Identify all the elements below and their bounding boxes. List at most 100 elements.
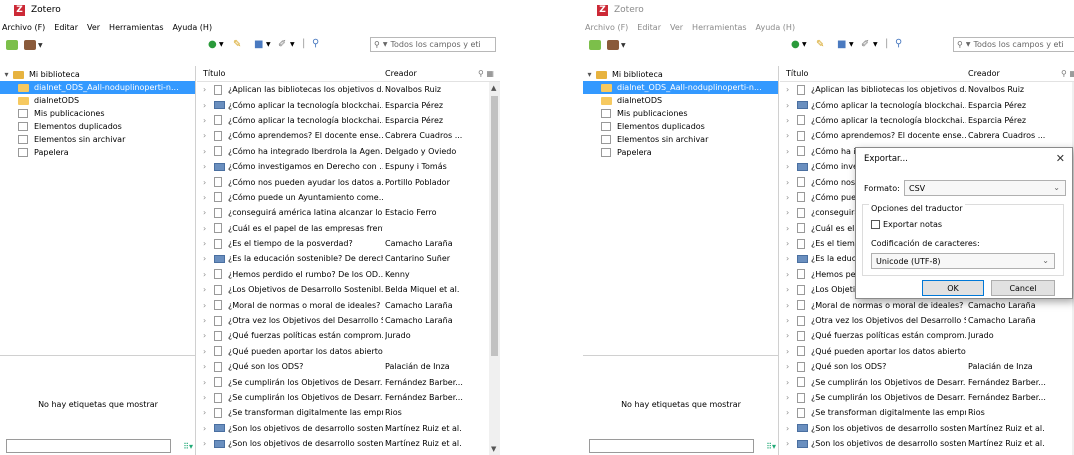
- table-row[interactable]: › ¿Cómo aplicar la tecnología blockchai..…: [780, 97, 1074, 112]
- chevron-right-icon[interactable]: ›: [786, 408, 789, 417]
- encoding-select[interactable]: Unicode (UTF-8) ⌄: [871, 253, 1055, 269]
- column-title[interactable]: Título: [786, 69, 808, 78]
- menu-ver[interactable]: Ver: [670, 23, 683, 32]
- tree-item-sin-archivar[interactable]: Elementos sin archivar: [0, 133, 195, 146]
- table-row[interactable]: › ¿Se transforman digitalmente las empr..…: [197, 405, 500, 420]
- table-row[interactable]: › ¿Aplican las bibliotecas los objetivos …: [780, 82, 1074, 97]
- column-picker-icon[interactable]: ⚲ ▦: [478, 69, 494, 78]
- chevron-right-icon[interactable]: ›: [786, 193, 789, 202]
- table-row[interactable]: › ¿Son los objetivos de desarrollo sosten…: [197, 436, 500, 451]
- chevron-right-icon[interactable]: ›: [786, 331, 789, 340]
- chevron-right-icon[interactable]: ›: [203, 147, 206, 156]
- table-row[interactable]: › ¿Cómo aplicar la tecnología blockchai..…: [197, 113, 500, 128]
- table-row[interactable]: › ¿Cómo aprendemos? El docente ense... Cab…: [780, 128, 1074, 143]
- close-icon[interactable]: ✕: [1056, 152, 1065, 165]
- chevron-right-icon[interactable]: ›: [203, 224, 206, 233]
- table-row[interactable]: › ¿Cómo ha integrado Iberdrola la Agen...…: [197, 144, 500, 159]
- table-row[interactable]: › ¿Cómo aprendemos? El docente ense... Cab…: [197, 128, 500, 143]
- attachment-icon[interactable]: ✐: [278, 39, 286, 50]
- chevron-right-icon[interactable]: ›: [203, 393, 206, 402]
- advanced-search-icon[interactable]: ⚲: [312, 38, 319, 49]
- table-row[interactable]: › ¿Se cumplirán los Objetivos de Desarr..…: [197, 390, 500, 405]
- menu-ayuda[interactable]: Ayuda (H): [173, 23, 213, 32]
- chevron-right-icon[interactable]: ›: [203, 162, 206, 171]
- chevron-right-icon[interactable]: ›: [203, 131, 206, 140]
- chevron-right-icon[interactable]: ›: [786, 239, 789, 248]
- library-menu-icon[interactable]: [607, 40, 619, 50]
- search-input[interactable]: ⚲ ▼ Todos los campos y eti: [953, 37, 1074, 52]
- new-item-icon[interactable]: ●: [208, 39, 217, 50]
- chevron-right-icon[interactable]: ›: [203, 408, 206, 417]
- tree-item-papelera[interactable]: Papelera: [0, 146, 195, 159]
- table-row[interactable]: › ¿Qué fuerzas políticas están comprom...…: [197, 328, 500, 343]
- tree-item-sin-archivar[interactable]: Elementos sin archivar: [583, 133, 778, 146]
- export-notes-checkbox[interactable]: [871, 220, 880, 229]
- column-picker-icon[interactable]: ⚲ ▦: [1061, 69, 1074, 78]
- table-row[interactable]: › ¿Qué fuerzas políticas están comprom...…: [780, 328, 1074, 343]
- chevron-right-icon[interactable]: ›: [203, 362, 206, 371]
- chevron-right-icon[interactable]: ›: [786, 301, 789, 310]
- table-row[interactable]: › ¿Hemos perdido el rumbo? De los OD...Ke…: [197, 267, 500, 282]
- chevron-down-icon[interactable]: ▾: [2, 70, 11, 79]
- chevron-right-icon[interactable]: ›: [203, 101, 206, 110]
- table-row[interactable]: › ¿Cómo aplicar la tecnología blockchai..…: [780, 113, 1074, 128]
- table-row[interactable]: › ¿Se cumplirán los Objetivos de Desarr..…: [780, 390, 1074, 405]
- tree-item-duplicados[interactable]: Elementos duplicados: [583, 120, 778, 133]
- chevron-right-icon[interactable]: ›: [203, 193, 206, 202]
- chevron-right-icon[interactable]: ›: [786, 378, 789, 387]
- chevron-right-icon[interactable]: ›: [203, 270, 206, 279]
- table-row[interactable]: › ¿Los Objetivos de Desarrollo Sostenibl.…: [197, 282, 500, 297]
- tree-item-mis-publicaciones[interactable]: Mis publicaciones: [0, 107, 195, 120]
- chevron-right-icon[interactable]: ›: [203, 85, 206, 94]
- table-row[interactable]: › ¿Qué pueden aportar los datos abierto..…: [197, 344, 500, 359]
- tag-actions-icon[interactable]: ⠿▾: [183, 442, 193, 451]
- table-row[interactable]: › ¿Otra vez los Objetivos del Desarrollo …: [780, 313, 1074, 328]
- table-row[interactable]: › ¿Son los objetivos de desarrollo sosten…: [780, 436, 1074, 451]
- library-menu-icon[interactable]: [24, 40, 36, 50]
- table-row[interactable]: › ¿Otra vez los Objetivos del Desarrollo …: [197, 313, 500, 328]
- new-note-icon[interactable]: ■: [254, 39, 263, 50]
- chevron-right-icon[interactable]: ›: [786, 393, 789, 402]
- cancel-button[interactable]: Cancel: [991, 280, 1055, 296]
- menu-editar[interactable]: Editar: [637, 23, 661, 32]
- chevron-right-icon[interactable]: ›: [786, 254, 789, 263]
- menu-archivo[interactable]: Archivo (F): [2, 23, 45, 32]
- tree-item-dialnet-aall[interactable]: dialnet_ODS_Aall-noduplinoperti-n...: [583, 81, 778, 94]
- advanced-search-icon[interactable]: ⚲: [895, 38, 902, 49]
- chevron-right-icon[interactable]: ›: [786, 316, 789, 325]
- chevron-right-icon[interactable]: ›: [203, 116, 206, 125]
- chevron-right-icon[interactable]: ›: [786, 424, 789, 433]
- chevron-right-icon[interactable]: ›: [203, 285, 206, 294]
- table-row[interactable]: › ¿Moral de normas o moral de ideales? Cam…: [780, 297, 1074, 312]
- menu-herramientas[interactable]: Herramientas: [109, 23, 164, 32]
- column-creator[interactable]: Creador: [385, 69, 417, 78]
- table-row[interactable]: › ¿Se cumplirán los Objetivos de Desarr..…: [780, 374, 1074, 389]
- chevron-right-icon[interactable]: ›: [786, 131, 789, 140]
- format-select[interactable]: CSV ⌄: [904, 180, 1066, 196]
- chevron-right-icon[interactable]: ›: [786, 285, 789, 294]
- column-creator[interactable]: Creador: [968, 69, 1000, 78]
- chevron-right-icon[interactable]: ›: [786, 347, 789, 356]
- chevron-right-icon[interactable]: ›: [203, 424, 206, 433]
- table-row[interactable]: › ¿Qué son los ODS? Palacián de Inza: [197, 359, 500, 374]
- scroll-up-icon[interactable]: ▲: [491, 84, 496, 92]
- tree-item-mi-biblioteca[interactable]: ▾ Mi biblioteca: [583, 68, 778, 81]
- chevron-right-icon[interactable]: ›: [203, 208, 206, 217]
- new-collection-icon[interactable]: [6, 40, 18, 50]
- new-item-icon[interactable]: ●: [791, 39, 800, 50]
- new-note-icon[interactable]: ■: [837, 39, 846, 50]
- chevron-right-icon[interactable]: ›: [203, 301, 206, 310]
- tree-item-dialnet-aall[interactable]: dialnet_ODS_Aall-noduplinoperti-n...: [0, 81, 195, 94]
- add-by-identifier-icon[interactable]: ✎: [816, 39, 824, 50]
- chevron-down-icon[interactable]: ▾: [585, 70, 594, 79]
- export-notes-option[interactable]: Exportar notas: [871, 220, 942, 229]
- add-by-identifier-icon[interactable]: ✎: [233, 39, 241, 50]
- items-scrollbar[interactable]: ▲ ▼: [489, 82, 500, 455]
- chevron-right-icon[interactable]: ›: [203, 331, 206, 340]
- chevron-right-icon[interactable]: ›: [203, 439, 206, 448]
- tree-item-papelera[interactable]: Papelera: [583, 146, 778, 159]
- search-input[interactable]: ⚲ ▼ Todos los campos y eti: [370, 37, 496, 52]
- attachment-icon[interactable]: ✐: [861, 39, 869, 50]
- menu-editar[interactable]: Editar: [54, 23, 78, 32]
- tree-item-dialnetods[interactable]: dialnetODS: [0, 94, 195, 107]
